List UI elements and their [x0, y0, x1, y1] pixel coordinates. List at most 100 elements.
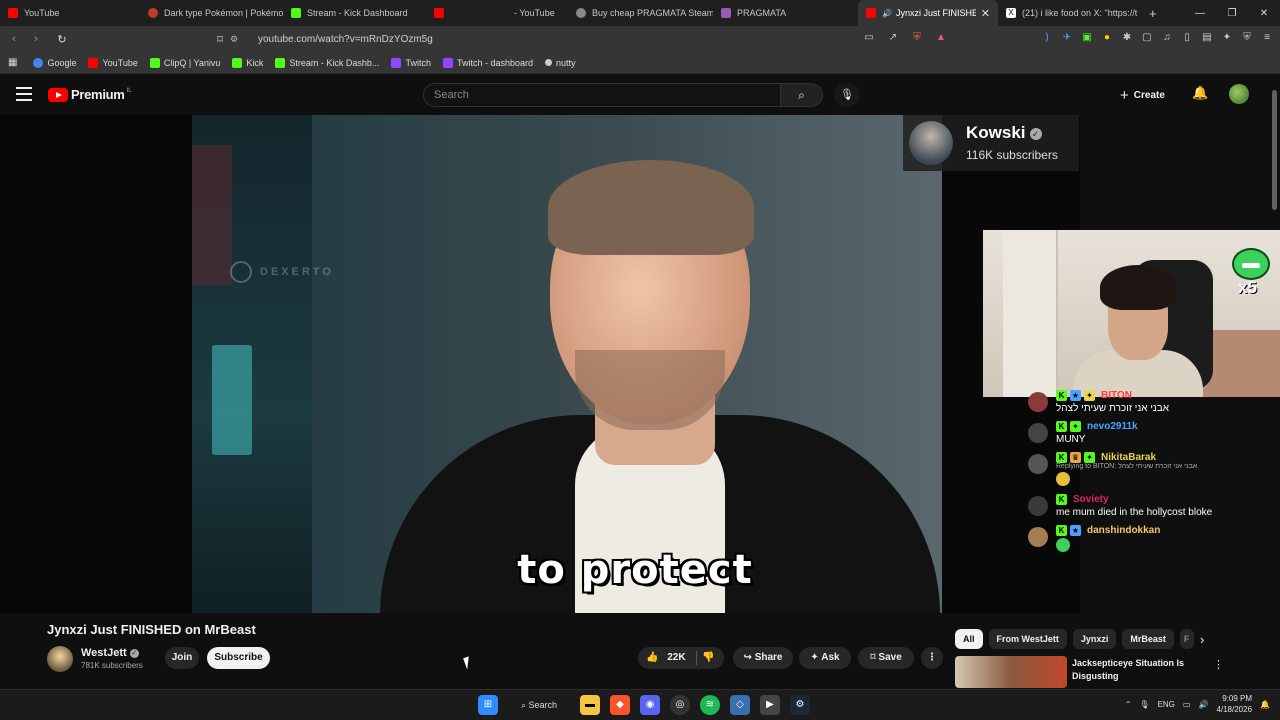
close-window-button[interactable]: ✕	[1248, 8, 1280, 19]
save-button[interactable]: ⌑ Save	[858, 647, 914, 669]
search-input[interactable]: Search	[423, 83, 781, 107]
puzzle-extensions-icon[interactable]: ✱	[1120, 31, 1134, 45]
browser-tab[interactable]: - YouTube	[466, 0, 568, 26]
bookmark-kick[interactable]: Kick	[232, 57, 263, 68]
tray-overflow-chevron-icon[interactable]: ⌃	[1125, 700, 1132, 709]
reload-icon[interactable]: ↻	[52, 33, 72, 46]
network-icon[interactable]: ▭	[1183, 700, 1191, 709]
browser-tab-active[interactable]: 🔊Jynxzi Just FINISHED on ✕	[858, 0, 998, 26]
share-page-icon[interactable]: ↗	[886, 31, 900, 45]
wallet-icon[interactable]: ▤	[1200, 31, 1214, 45]
youtube-favicon-icon	[8, 8, 18, 18]
notifications-bell-icon[interactable]: 🔔	[1192, 85, 1208, 101]
subscribe-button[interactable]: Subscribe	[207, 647, 270, 669]
browser-tab[interactable]: Stream - Kick Dashboard	[283, 0, 426, 26]
streaming-app-icon[interactable]: ▶	[760, 695, 780, 715]
browser-tab[interactable]: Dark type Pokémon | Pokémon	[140, 0, 283, 26]
join-button[interactable]: Join	[165, 647, 199, 669]
chip-truncated[interactable]: F	[1179, 629, 1194, 649]
screenshot-icon[interactable]: ▢	[1140, 31, 1154, 45]
thumbs-down-icon[interactable]: 👎	[702, 647, 714, 669]
bookmark-twitch-dashboard[interactable]: Twitch - dashboard	[442, 57, 533, 68]
youtube-premium-logo[interactable]: Premium IL	[48, 87, 132, 102]
notification-center-icon[interactable]: 🔔	[1260, 700, 1270, 709]
tab-title: YouTube	[24, 8, 60, 18]
file-explorer-icon[interactable]: ▬	[580, 695, 600, 715]
ask-label: Ask	[821, 652, 840, 663]
volume-icon[interactable]: 🔊	[1198, 700, 1208, 709]
language-indicator[interactable]: ENG	[1158, 700, 1175, 709]
clock[interactable]: 9:09 PM 4/18/2026	[1216, 693, 1252, 715]
recommended-video-menu-icon[interactable]: ⋮	[1213, 658, 1224, 671]
bookmark-google[interactable]: Google	[33, 57, 76, 68]
recommended-video-title[interactable]: Jacksepticeye Situation Is Disgusting	[1072, 657, 1202, 683]
share-button[interactable]: ↪ Share	[733, 647, 793, 669]
extension-icon[interactable]: ●	[1100, 31, 1114, 45]
cast-icon[interactable]: ▭	[862, 31, 876, 45]
ask-button[interactable]: ✦ Ask	[799, 647, 851, 669]
chat-message: K ★ ✦ BITON אבני אני זוכרת שעיתי לצהל	[1028, 390, 1258, 416]
bookmark-clipq[interactable]: ClipQ | Yanivu	[149, 57, 220, 68]
forward-arrow-icon[interactable]: ›	[26, 33, 46, 45]
account-avatar[interactable]	[1229, 84, 1249, 104]
clock-date: 4/18/2026	[1216, 705, 1253, 714]
voice-search-button[interactable]: 🎙	[834, 83, 860, 107]
microphone-tray-icon[interactable]: 🎙	[1139, 700, 1149, 709]
menu-icon[interactable]: ≡	[1260, 31, 1274, 45]
more-actions-button[interactable]: ⋮	[921, 647, 943, 669]
url-field[interactable]: ⚙ youtube.com/watch?v=mRnDzYOzm5g	[230, 30, 950, 48]
chip-all[interactable]: All	[955, 629, 983, 649]
search-button[interactable]: ⌕	[781, 83, 823, 107]
spotify-icon[interactable]: ≋	[700, 695, 720, 715]
extension-icon[interactable]: ▣	[1080, 31, 1094, 45]
steam-icon[interactable]: ⚙	[790, 695, 810, 715]
windows-start-icon[interactable]: ⊞	[478, 695, 498, 715]
page-scrollbar[interactable]	[1272, 90, 1277, 210]
recommended-video-thumbnail[interactable]	[955, 656, 1067, 688]
bookmark-nutty[interactable]: nutty	[545, 58, 576, 68]
extension-icon[interactable]: )	[1040, 31, 1054, 45]
channel-avatar[interactable]	[47, 646, 73, 672]
sidebar-icon[interactable]: ▯	[1180, 31, 1194, 45]
bookmark-twitch[interactable]: Twitch	[391, 57, 431, 68]
channel-subscriber-count: 781K subscribers	[81, 661, 143, 670]
tab-audio-icon: 🔊	[882, 8, 892, 18]
bookmark-youtube[interactable]: YouTube	[88, 57, 138, 68]
music-icon[interactable]: ♫	[1160, 31, 1174, 45]
apps-grid-icon[interactable]: ▦	[8, 57, 17, 68]
browser-tab[interactable]: Buy cheap PRAGMATA Steam	[568, 0, 713, 26]
translate-icon[interactable]: ✈	[1060, 31, 1074, 45]
x-favicon-icon: X	[1006, 8, 1016, 18]
channel-name-row[interactable]: WestJett ✓	[81, 647, 139, 659]
taskbar-search[interactable]: ⌕ Search	[508, 695, 570, 715]
discord-icon[interactable]: ◉	[640, 695, 660, 715]
browser-tab[interactable]: X (21) i like food on X: "https://t	[998, 0, 1143, 26]
hamburger-menu-icon[interactable]	[16, 87, 32, 101]
browser-tab[interactable]	[426, 0, 466, 26]
vpn-icon[interactable]: ⛨	[1240, 31, 1254, 45]
close-tab-icon[interactable]: ✕	[981, 7, 990, 20]
like-button[interactable]: 👍 22K 👎	[638, 647, 724, 669]
bookmark-icon[interactable]: ⌑	[210, 33, 230, 46]
minimize-button[interactable]: —	[1184, 8, 1216, 19]
site-info-icon[interactable]: ⚙	[230, 34, 242, 45]
chevron-right-icon[interactable]: ›	[1200, 632, 1204, 647]
browser-tab[interactable]: PRAGMATA	[713, 0, 858, 26]
bookmark-kick-dashboard[interactable]: Stream - Kick Dashb...	[275, 57, 379, 68]
maximize-button[interactable]: ❐	[1216, 8, 1248, 19]
app-icon[interactable]: ◇	[730, 695, 750, 715]
leo-ai-icon[interactable]: ✦	[1220, 31, 1234, 45]
chip-jynxzi[interactable]: Jynxzi	[1072, 629, 1117, 649]
brave-rewards-icon[interactable]: ▲	[934, 31, 948, 45]
browser-tab[interactable]: YouTube	[0, 0, 140, 26]
brave-shield-icon[interactable]: ⛨	[910, 31, 924, 45]
brave-browser-icon[interactable]: ◆	[610, 695, 630, 715]
chip-mrbeast[interactable]: MrBeast	[1122, 629, 1174, 649]
video-player[interactable]: DEXERTO to protect	[0, 115, 1080, 613]
new-tab-button[interactable]: +	[1149, 6, 1157, 21]
obs-icon[interactable]: ◎	[670, 695, 690, 715]
back-arrow-icon[interactable]: ‹	[4, 33, 24, 45]
search-icon: ⌕	[520, 700, 529, 710]
chip-from-westjett[interactable]: From WestJett	[988, 629, 1067, 649]
create-button[interactable]: + Create	[1120, 84, 1165, 106]
